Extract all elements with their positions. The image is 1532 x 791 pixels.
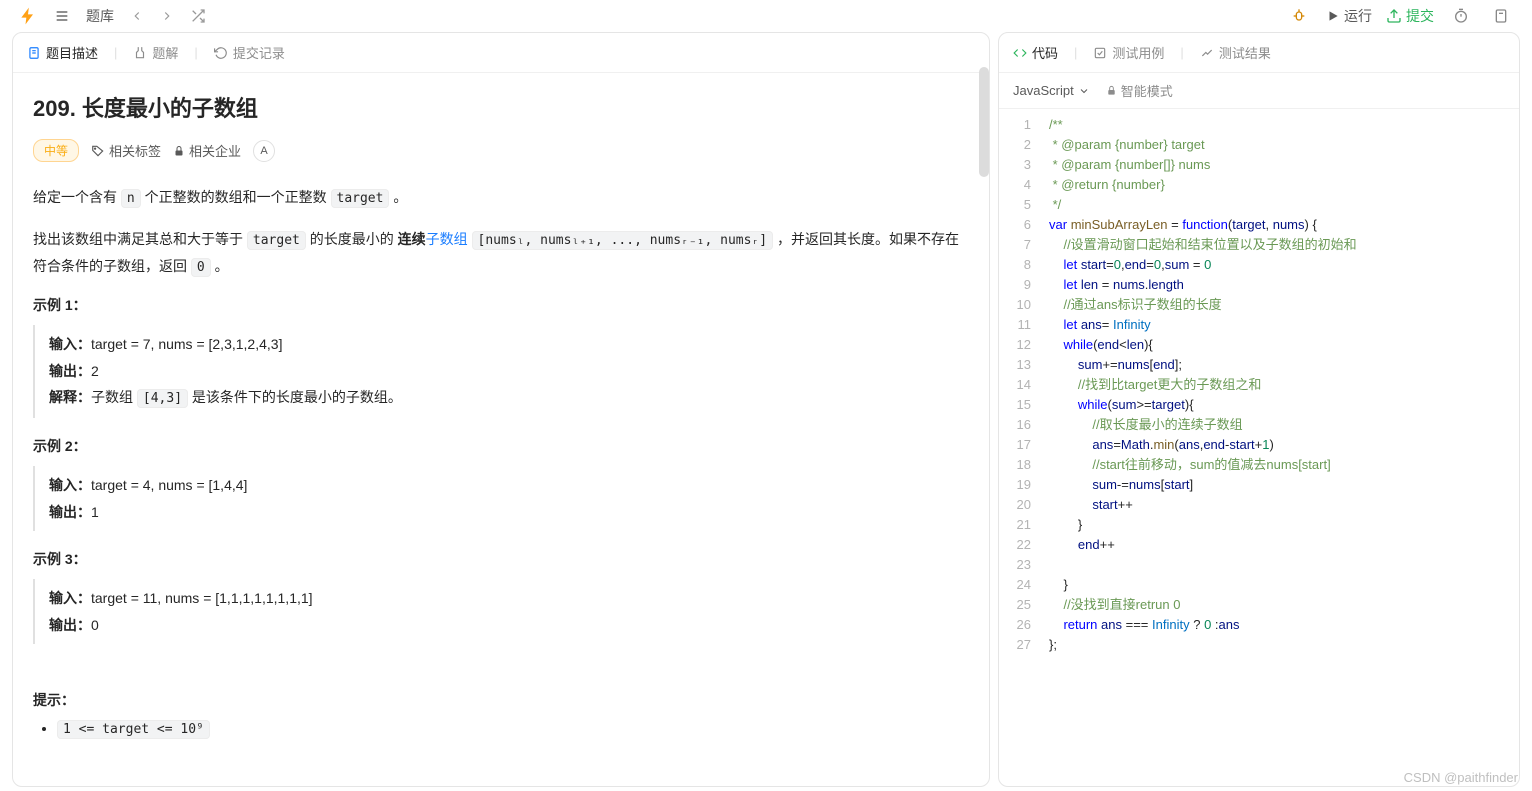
tab-testcase[interactable]: 测试用例 — [1093, 43, 1164, 62]
example-2: 输入：target = 4, nums = [1,4,4] 输出：1 — [33, 466, 969, 531]
topbar: 题库 运行 提交 — [0, 0, 1532, 32]
subarray-link[interactable]: 子数组 — [426, 231, 468, 247]
example-3-heading: 示例 3： — [33, 549, 969, 569]
watermark: CSDN @paithfinder — [1404, 770, 1518, 785]
example-1-heading: 示例 1： — [33, 295, 969, 315]
desc-paragraph-2: 找出该数组中满足其总和大于等于 target 的长度最小的 连续子数组 [num… — [33, 226, 969, 281]
example-1: 输入：target = 7, nums = [2,3,1,2,4,3] 输出：2… — [33, 325, 969, 418]
tab-solution[interactable]: 题解 — [133, 43, 178, 62]
hint-icon[interactable]: A — [253, 140, 275, 162]
tags-link[interactable]: 相关标签 — [91, 141, 161, 160]
desc-paragraph-1: 给定一个含有 n 个正整数的数组和一个正整数 target 。 — [33, 184, 969, 212]
next-icon[interactable] — [160, 9, 174, 23]
submit-button[interactable]: 提交 — [1386, 6, 1434, 26]
code-pane: 代码 | 测试用例 | 测试结果 JavaScript 智能模式 1234567… — [998, 32, 1520, 787]
constraints-list: 1 <= target <= 10⁹ — [33, 720, 969, 737]
question-bank-link[interactable]: 题库 — [86, 6, 114, 26]
tab-description[interactable]: 题目描述 — [27, 43, 98, 62]
code-editor[interactable]: 1234567891011121314151617181920212223242… — [999, 109, 1519, 786]
run-button[interactable]: 运行 — [1326, 6, 1372, 26]
timer-icon[interactable] — [1448, 3, 1474, 29]
problem-title: 209. 长度最小的子数组 — [33, 91, 969, 123]
tab-code[interactable]: 代码 — [1013, 43, 1058, 62]
prev-icon[interactable] — [130, 9, 144, 23]
list-icon[interactable] — [54, 8, 70, 24]
difficulty-badge: 中等 — [33, 139, 79, 162]
note-icon[interactable] — [1488, 3, 1514, 29]
scrollbar-thumb[interactable] — [979, 67, 989, 177]
mode-indicator: 智能模式 — [1106, 81, 1173, 100]
constraints-heading: 提示： — [33, 690, 969, 710]
example-3: 输入：target = 11, nums = [1,1,1,1,1,1,1,1]… — [33, 579, 969, 644]
language-selector[interactable]: JavaScript — [1013, 83, 1090, 98]
tab-history[interactable]: 提交记录 — [214, 43, 285, 62]
debug-icon[interactable] — [1286, 3, 1312, 29]
shuffle-icon[interactable] — [190, 8, 206, 24]
companies-link[interactable]: 相关企业 — [173, 141, 241, 160]
problem-pane: 题目描述 | 题解 | 提交记录 209. 长度最小的子数组 中等 相关标签 相… — [12, 32, 990, 787]
example-2-heading: 示例 2： — [33, 436, 969, 456]
tab-result[interactable]: 测试结果 — [1200, 43, 1271, 62]
logo-icon[interactable] — [18, 6, 38, 26]
